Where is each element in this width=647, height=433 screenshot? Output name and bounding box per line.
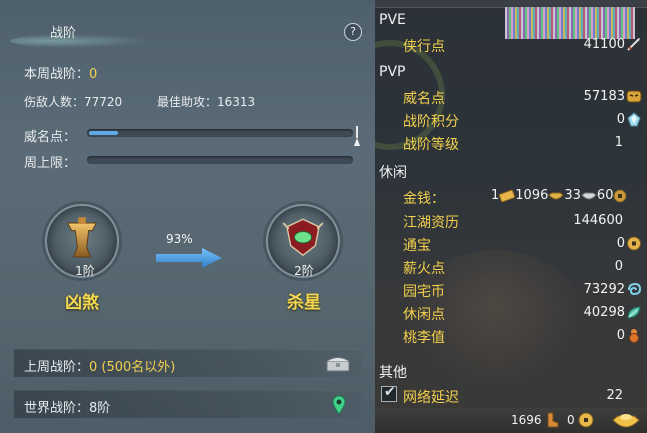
leisure-item-label: 桃李值 [403, 330, 445, 346]
prestige-label: 威名点： [24, 130, 77, 145]
money-row: 金钱： 1 1096 33 60 [375, 185, 647, 208]
weekly-rank-row: 本周战阶：0 [24, 63, 97, 82]
currency-panel: PVE 侠行点 41100 PVP 威名点 57183 战阶积分 0 战阶等级 1 休闲 金… [375, 0, 647, 433]
last-week-rank-label: 上周战阶： [24, 360, 90, 375]
footer-value-1: 1696 [511, 413, 542, 427]
next-rank-level: 2阶 [294, 264, 314, 278]
pvp-item-value: 57183 [583, 89, 625, 104]
leisure-item-row: 薪火点 0 [375, 255, 647, 278]
weekly-rank-label: 本周战阶： [24, 67, 90, 82]
prestige-bar-fill [89, 131, 118, 135]
pve-header: PVE [379, 12, 406, 28]
network-latency-row: 网络延迟 22 [375, 384, 647, 407]
current-rank-level: 1阶 [75, 264, 95, 278]
silver-ingot-icon [581, 192, 597, 199]
leisure-item-row: 桃李值 0 [375, 324, 647, 347]
leisure-header: 休闲 [379, 165, 407, 181]
weekly-cap-bar [87, 156, 353, 164]
leisure-item-label: 休闲点 [403, 307, 445, 323]
chest-icon[interactable] [326, 356, 350, 372]
leisure-item-row: 园宅币 73292 [375, 278, 647, 301]
world-rank-value: 8阶 [89, 401, 111, 416]
leisure-item-label: 园宅币 [403, 284, 445, 300]
gourd-icon [626, 328, 642, 343]
kills-label: 伤敌人数： [24, 95, 85, 109]
rank-progress-percent: 93% [166, 232, 193, 246]
world-rank-row: 世界战阶：8阶 [14, 390, 362, 418]
leisure-item-label: 薪火点 [403, 261, 445, 277]
coin-icon [578, 412, 594, 428]
leisure-item-row: 通宝 0 [375, 232, 647, 255]
swirl-coin-icon [626, 282, 642, 297]
pvp-item-row: 威名点 57183 [375, 85, 647, 108]
weekly-rank-value: 0 [89, 67, 98, 82]
location-pin-icon[interactable] [332, 395, 346, 415]
leisure-item-label: 通宝 [403, 238, 431, 254]
crystal-icon [626, 112, 642, 127]
leisure-item-value: 40298 [583, 305, 625, 320]
copper-coin-icon [613, 189, 627, 202]
bottom-currency-bar: 1696 0 [375, 408, 647, 433]
pvp-item-label: 威名点 [403, 91, 445, 107]
world-rank-label: 世界战阶： [24, 401, 90, 416]
footer-value-2: 0 [567, 413, 575, 427]
best-assist-value: 16313 [217, 95, 256, 109]
kills-row: 伤敌人数：77720 [24, 93, 122, 110]
gold-ingot-shop-icon[interactable] [611, 410, 641, 432]
pve-item-label: 侠行点 [403, 39, 445, 55]
leisure-item-label: 江湖资历 [403, 215, 459, 231]
leisure-item-row: 江湖资历 144600 [375, 209, 647, 232]
pvp-item-label: 战阶积分 [403, 114, 459, 130]
pvp-item-value: 1 [614, 135, 623, 150]
network-latency-value: 22 [606, 388, 623, 403]
boot-icon [547, 412, 559, 428]
current-rank-name: 凶煞 [65, 293, 99, 313]
pvp-item-row: 战阶等级 1 [375, 131, 647, 154]
help-button[interactable]: ? [344, 23, 362, 41]
leisure-item-value: 0 [614, 259, 623, 274]
rank-panel: 战阶 ? 本周战阶：0 伤敌人数：77720 最佳助攻：16313 威名点： 周… [0, 0, 375, 433]
last-week-rank-text: 上周战阶：0 (500名以外) [24, 356, 175, 375]
gold-ingot-icon [548, 192, 565, 199]
money-label: 金钱： [403, 191, 445, 207]
tab-rank[interactable]: 战阶 [50, 22, 76, 41]
last-week-rank-row: 上周战阶：0 (500名以外) [14, 349, 362, 377]
leisure-item-value: 73292 [583, 282, 625, 297]
pve-item-row: 侠行点 41100 [375, 33, 647, 56]
cap-marker-icon [354, 126, 360, 146]
best-assist-label: 最佳助攻： [157, 95, 218, 109]
leisure-item-row: 休闲点 40298 [375, 301, 647, 324]
best-assist-row: 最佳助攻：16313 [157, 93, 255, 110]
pvp-item-row: 战阶积分 0 [375, 108, 647, 131]
leisure-item-value: 0 [616, 236, 625, 251]
gold-bar-icon [499, 189, 516, 202]
pve-item-value: 41100 [583, 37, 625, 52]
leisure-item-value: 0 [616, 328, 625, 343]
pvp-header: PVP [379, 64, 406, 80]
sword-icon [626, 37, 642, 52]
tiger-mask-icon [626, 89, 642, 104]
copper-value: 60 [596, 188, 614, 203]
leisure-item-value: 144600 [573, 213, 623, 228]
kills-value: 77720 [84, 95, 123, 109]
progress-arrow-icon [156, 248, 222, 268]
weekly-cap-label: 周上限： [24, 156, 77, 171]
network-latency-label: 网络延迟 [403, 390, 459, 406]
gold-value: 1 [491, 188, 500, 203]
silver-ingot-value: 1096 [515, 188, 549, 203]
silver-value: 33 [564, 188, 581, 203]
next-rank-name: 杀星 [287, 293, 321, 313]
prestige-bar [87, 129, 353, 137]
world-rank-text: 世界战阶：8阶 [24, 397, 110, 416]
last-week-rank-value: 0 (500名以外) [89, 360, 176, 375]
other-header: 其他 [379, 365, 407, 381]
tab-highlight [10, 34, 150, 48]
pvp-item-label: 战阶等级 [403, 137, 459, 153]
pvp-item-value: 0 [616, 112, 625, 127]
leaf-icon [626, 305, 642, 320]
coin-icon [626, 236, 642, 251]
money-values: 1 1096 33 60 [491, 188, 627, 203]
